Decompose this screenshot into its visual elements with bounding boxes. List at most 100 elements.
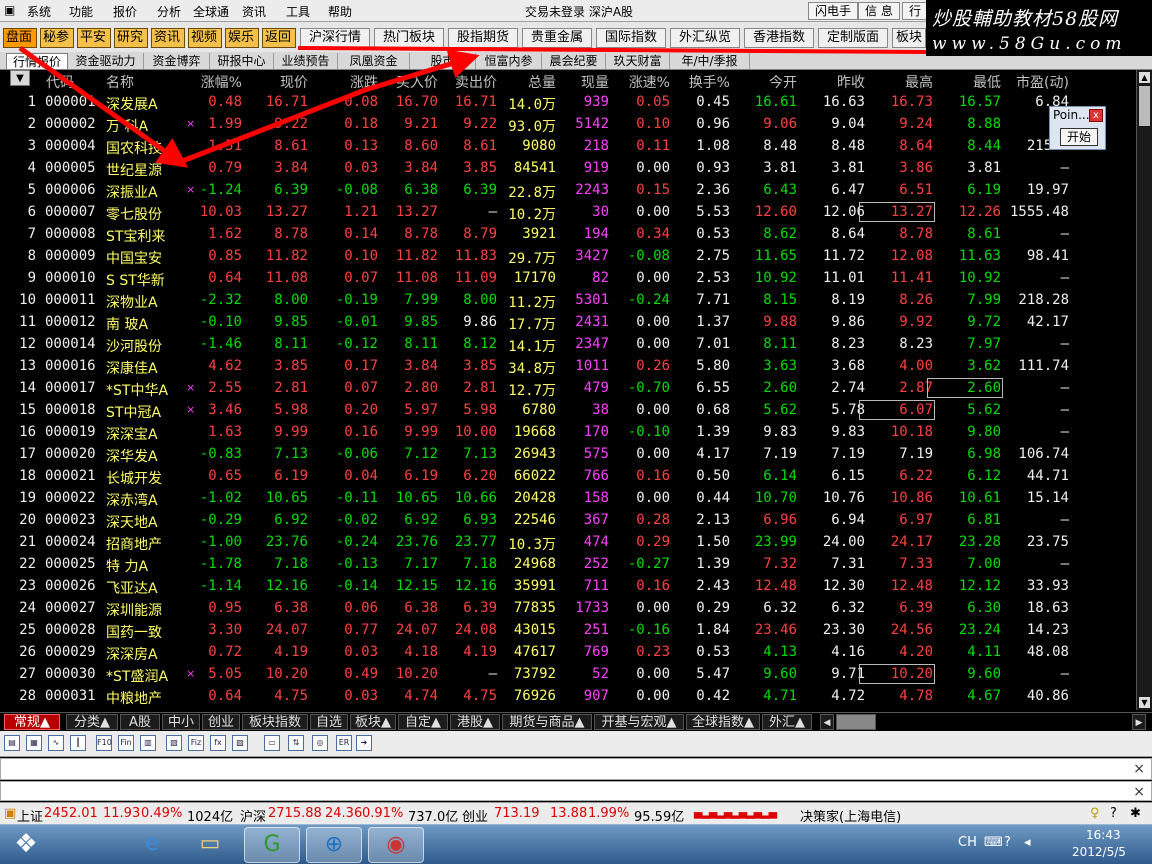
dual-chart-icon[interactable]: ▧ [166, 735, 182, 751]
menu-quote[interactable]: 报价 [113, 3, 137, 20]
menu-help[interactable]: 帮助 [328, 3, 352, 20]
kline-chart-icon[interactable]: ┃ [70, 735, 86, 751]
fin-icon[interactable]: Fin [118, 735, 134, 751]
line-chart-icon[interactable]: ∿ [48, 735, 64, 751]
sort-arrow-icon[interactable]: ▼ [10, 70, 30, 86]
col-header-high[interactable]: 最高 [863, 72, 933, 92]
grid-view-icon[interactable]: ▦ [26, 735, 42, 751]
table-row[interactable]: 21 000024 招商地产 -1.00 23.76 -0.24 23.76 23.77 10.… [0, 532, 1136, 554]
table-row[interactable]: 24 000027 深圳能源 0.95 6.38 0.06 6.38 6.39 77835 173… [0, 598, 1136, 620]
toolbar-intl-index-button[interactable]: 国际指数 [596, 28, 666, 48]
col-header-open[interactable]: 今开 [727, 72, 797, 92]
menu-global[interactable]: 全球通 [193, 3, 229, 20]
tab-stock-market[interactable]: 股市 [410, 53, 476, 69]
scroll-thumb[interactable] [1139, 86, 1150, 126]
col-header-pct[interactable]: 涨幅% [172, 72, 242, 92]
tab-research-center[interactable]: 研报中心 [210, 53, 274, 69]
info-mark-icon[interactable]: × [186, 667, 195, 680]
scroll-down-icon[interactable]: ▼ [1139, 697, 1150, 708]
toolbar-forex-button[interactable]: 外汇纵览 [670, 28, 740, 48]
quote-list-icon[interactable]: ▤ [4, 735, 20, 751]
hscroll-left-icon[interactable]: ◀ [820, 714, 834, 730]
menu-info[interactable]: 资讯 [242, 3, 266, 20]
menu-function[interactable]: 功能 [69, 3, 93, 20]
menu-analysis[interactable]: 分析 [157, 3, 181, 20]
formula-icon[interactable]: fx [210, 735, 226, 751]
btab-category[interactable]: 分类▲ [66, 714, 118, 730]
fiz-icon[interactable]: Fiz [188, 735, 204, 751]
clock-date[interactable]: 2012/5/5 [1072, 845, 1126, 859]
alert-icon[interactable]: ♀ [1090, 806, 1100, 821]
info-mark-icon[interactable]: × [186, 403, 195, 416]
tab-phoenix-capital[interactable]: 凤凰资金 [338, 53, 410, 69]
btab-hk-stocks[interactable]: 港股▲ [450, 714, 500, 730]
info-mark-icon[interactable]: × [186, 381, 195, 394]
table-row[interactable]: 1 000001 深发展A 0.48 16.71 0.08 16.70 16.71 14.0万 9… [0, 92, 1136, 114]
close-panel-2-icon[interactable]: × [1133, 784, 1145, 800]
btab-forex[interactable]: 外汇▲ [762, 714, 812, 730]
table-row[interactable]: 23 000026 飞亚达A -1.14 12.16 -0.14 12.15 12.16 359… [0, 576, 1136, 598]
toolbar-secret-button[interactable]: 秘参 [40, 28, 74, 48]
table-row[interactable]: 16 000019 深深宝A 1.63 9.99 0.16 9.99 10.00 19668 17… [0, 422, 1136, 444]
broker-server[interactable]: 决策家(上海电信) [800, 806, 901, 825]
table-row[interactable]: 14 000017 *ST中华A 2.55 2.81 0.07 2.80 2.81 12.7万 4… [0, 378, 1136, 400]
cy-label[interactable]: 创业 [462, 806, 488, 825]
language-indicator[interactable]: CH [958, 835, 977, 850]
sz-label[interactable]: 沪深 [240, 806, 266, 825]
table-row[interactable]: 19 000022 深赤湾A -1.02 10.65 -0.11 10.65 10.66 204… [0, 488, 1136, 510]
help-icon[interactable]: ? [1110, 806, 1117, 821]
btab-sector[interactable]: 板块▲ [350, 714, 396, 730]
tray-expand-icon[interactable]: ◂ [1024, 835, 1031, 850]
toolbar-pingan-button[interactable]: 平安 [77, 28, 111, 48]
btab-custom[interactable]: 自定▲ [398, 714, 448, 730]
help-tray-icon[interactable]: ? [1004, 835, 1011, 850]
btab-futures[interactable]: 期货与商品▲ [502, 714, 592, 730]
col-header-code[interactable]: 代码 [46, 72, 74, 92]
clock-time[interactable]: 16:43 [1086, 828, 1121, 842]
toolbar-hot-sectors-button[interactable]: 热门板块 [374, 28, 444, 48]
table-row[interactable]: 8 000009 中国宝安 0.85 11.82 0.10 11.82 11.83 29.7万 3… [0, 246, 1136, 268]
popup-close-icon[interactable]: x [1089, 109, 1103, 122]
toolbar-index-futures-button[interactable]: 股指期货 [448, 28, 518, 48]
ie-browser-icon[interactable]: e [124, 827, 180, 863]
table-row[interactable]: 2 000002 万 科A 1.99 9.22 0.18 9.21 9.22 93.0万 5142… [0, 114, 1136, 136]
flash-trade-button[interactable]: 闪电手 [808, 2, 859, 20]
table-row[interactable]: 27 000030 *ST盛润A 5.05 10.20 0.49 10.20—73792 52… [0, 664, 1136, 686]
table-icon[interactable]: ▥ [140, 735, 156, 751]
file-explorer-icon[interactable]: ▭ [182, 827, 238, 863]
tab-hengfu-insider[interactable]: 恒富内参 [476, 53, 542, 69]
tab-reports[interactable]: 年/中/季报 [670, 53, 750, 69]
toolbar-video-button[interactable]: 视频 [188, 28, 222, 48]
col-header-curvol[interactable]: 现量 [539, 72, 609, 92]
table-row[interactable]: 28 000031 中粮地产 0.64 4.75 0.03 4.74 4.75 76926 907… [0, 686, 1136, 708]
btab-normal[interactable]: 常规▲ [4, 714, 60, 730]
btab-watchlist[interactable]: 自选 [310, 714, 348, 730]
table-row[interactable]: 25 000028 国药一致 3.30 24.07 0.77 24.07 24.08 43015… [0, 620, 1136, 642]
sort-icon[interactable]: ⇅ [288, 735, 304, 751]
vertical-scrollbar[interactable]: ▲ ▼ [1136, 70, 1152, 710]
info-button[interactable]: 信 息 [858, 2, 900, 20]
col-header-low[interactable]: 最低 [931, 72, 1001, 92]
tab-morning-notes[interactable]: 晨会纪要 [542, 53, 606, 69]
toolbar-back-button[interactable]: 返回 [262, 28, 296, 48]
col-header-prevclose[interactable]: 昨收 [795, 72, 865, 92]
tab-capital-drive[interactable]: 资金驱动力 [68, 53, 144, 69]
toolbar-research-button[interactable]: 研究 [114, 28, 148, 48]
lock-icon[interactable]: ✱ [1130, 806, 1141, 821]
stock-app-icon[interactable]: ⊕ [306, 827, 362, 863]
tab-capital-game[interactable]: 资金博弈 [144, 53, 210, 69]
table-row[interactable]: 9 000010 S ST华新 0.64 11.08 0.07 11.08 11.09 1717… [0, 268, 1136, 290]
table-row[interactable]: 5 000006 深振业A -1.24 6.39 -0.08 6.38 6.39 22.8万 22… [0, 180, 1136, 202]
table-row[interactable]: 7 000008 ST宝利来 1.62 8.78 0.14 8.78 8.79 3921 194 0… [0, 224, 1136, 246]
info-mark-icon[interactable]: × [186, 117, 195, 130]
recorder-app-icon[interactable]: ◉ [368, 827, 424, 863]
info-mark-icon[interactable]: × [186, 183, 195, 196]
table-row[interactable]: 20 000023 深天地A -0.29 6.92 -0.02 6.92 6.93 22546 3… [0, 510, 1136, 532]
table-row[interactable]: 22 000025 特 力A -1.78 7.18 -0.13 7.17 7.18 24968 2… [0, 554, 1136, 576]
tab-earnings-forecast[interactable]: 业绩预告 [274, 53, 338, 69]
btab-sme[interactable]: 中小 [162, 714, 200, 730]
green-app-icon[interactable]: G [244, 827, 300, 863]
toolbar-precious-metals-button[interactable]: 贵重金属 [522, 28, 592, 48]
sh-label[interactable]: 上证 [17, 806, 43, 825]
col-header-turnover[interactable]: 换手% [660, 72, 730, 92]
